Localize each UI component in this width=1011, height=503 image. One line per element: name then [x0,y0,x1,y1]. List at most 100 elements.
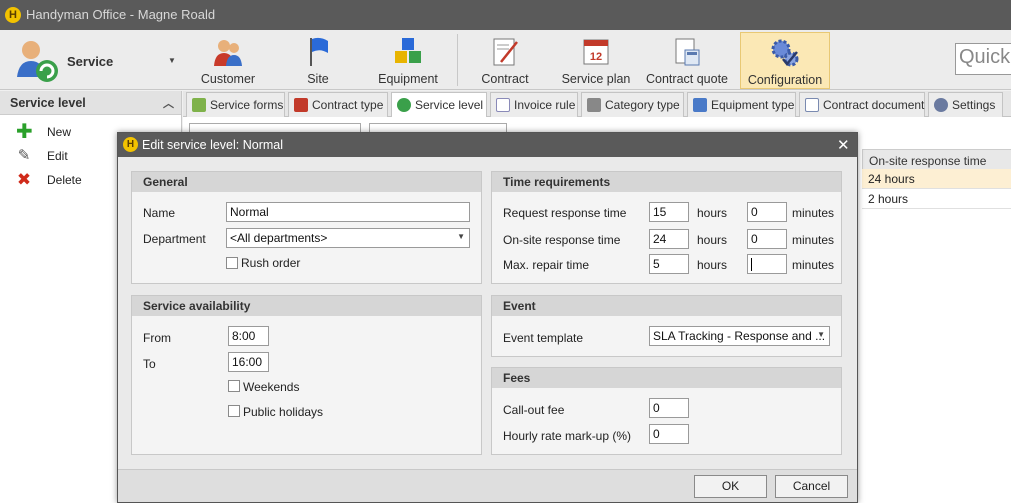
ribbon-toolbar: Service ▼ Customer Site Equipment Contra… [0,30,1011,90]
module-selector[interactable]: Service ▼ [3,32,180,88]
tab-contract-document[interactable]: Contract document [799,92,925,117]
ok-button[interactable]: OK [694,475,767,498]
hourly-markup-field[interactable]: 0 [649,424,689,444]
tab-equipment-type[interactable]: Equipment type [687,92,796,117]
tab-service-level[interactable]: Service level [391,92,487,118]
max-repair-minutes-field[interactable] [747,254,787,274]
event-template-select[interactable]: SLA Tracking - Response and ... ▼ [649,326,830,346]
name-field[interactable]: Normal [226,202,470,222]
text-cursor [751,258,752,272]
module-label: Service [67,54,114,69]
to-time-field[interactable]: 16:00 [228,352,269,372]
max-repair-hours-field[interactable]: 5 [649,254,689,274]
public-holidays-label: Public holidays [243,405,324,419]
weekends-label: Weekends [243,380,300,394]
ribbon-button-label: Configuration [747,73,823,87]
equipment-cubes-icon [395,38,421,63]
hours-unit-label: hours [697,233,728,247]
category-type-icon [587,98,601,112]
rush-order-label: Rush order [241,256,301,270]
time-requirements-group: Time requirements Request response time … [491,171,842,284]
ribbon-customer-button[interactable]: Customer [190,32,266,89]
dialog-footer: OK Cancel [118,469,857,502]
grid-column-header[interactable]: On-site response time [862,149,1011,170]
tab-label: Category type [605,98,680,112]
tab-label: Invoice rule [514,98,576,112]
department-select[interactable]: <All departments> ▼ [226,228,470,248]
svg-text:12: 12 [590,51,602,63]
ribbon-button-label: Service plan [561,72,631,86]
chevron-down-icon: ▼ [817,330,825,339]
ribbon-site-button[interactable]: Site [280,32,356,89]
to-label: To [143,357,156,371]
tab-category-type[interactable]: Category type [581,92,684,117]
hours-unit-label: hours [697,258,728,272]
onsite-response-hours-field[interactable]: 24 [649,229,689,249]
ribbon-button-label: Contract quote [646,72,728,86]
group-title: Service availability [143,299,251,313]
tab-label: Service forms [210,98,284,112]
tab-label: Service level [415,98,484,112]
callout-fee-field[interactable]: 0 [649,398,689,418]
table-row[interactable]: 2 hours [862,189,1011,209]
name-label: Name [143,206,176,220]
department-label: Department [143,232,206,246]
group-title: Fees [503,371,531,385]
contract-icon [493,38,518,66]
chevron-down-icon: ▼ [457,232,465,241]
configuration-tabs: Service forms Contract type Service leve… [183,91,1011,118]
group-title: Event [503,299,536,313]
ribbon-equipment-button[interactable]: Equipment [370,32,446,89]
ribbon-divider [457,34,458,86]
close-icon[interactable]: ✕ [837,136,850,154]
rush-order-checkbox[interactable] [226,257,238,269]
service-forms-icon [192,98,206,112]
request-response-hours-field[interactable]: 15 [649,202,689,222]
onsite-response-minutes-field[interactable]: 0 [747,229,787,249]
group-header: General [132,172,481,192]
group-title: General [143,175,188,189]
quick-search-input[interactable]: Quick [955,43,1011,75]
chevron-up-icon: ︿ [163,98,174,110]
ribbon-service-plan-button[interactable]: 12 Service plan [557,32,635,89]
group-header: Time requirements [492,172,841,192]
gears-icon [771,39,799,67]
weekends-checkbox[interactable] [228,380,240,392]
settings-gear-icon [934,98,948,112]
request-response-minutes-field[interactable]: 0 [747,202,787,222]
service-availability-group: Service availability From 8:00 To 16:00 … [131,295,482,455]
minutes-unit-label: minutes [792,206,835,220]
tab-settings[interactable]: Settings [928,92,1003,117]
ribbon-contract-button[interactable]: Contract [467,32,543,89]
tab-contract-type[interactable]: Contract type [288,92,388,117]
dialog-titlebar: H Edit service level: Normal ✕ [118,133,857,157]
tab-service-forms[interactable]: Service forms [186,92,285,117]
hours-unit-label: hours [697,206,728,220]
event-template-label: Event template [503,331,584,345]
group-header: Event [492,296,841,316]
ribbon-button-label: Site [307,72,329,86]
left-panel-header[interactable]: Service level ︿ [0,91,181,115]
onsite-response-label: On-site response time [503,233,621,247]
dialog-title: Edit service level: Normal [142,138,284,152]
edit-service-level-dialog: H Edit service level: Normal ✕ General N… [117,132,858,503]
ribbon-button-label: Customer [200,72,256,86]
window-titlebar: H Handyman Office - Magne Roald [0,0,1011,30]
from-time-field[interactable]: 8:00 [228,326,269,346]
general-group: General Name Normal Department <All depa… [131,171,482,284]
cancel-button[interactable]: Cancel [775,475,848,498]
app-logo-icon: H [123,137,138,152]
public-holidays-checkbox[interactable] [228,405,240,417]
window-title: Handyman Office - Magne Roald [26,7,216,22]
group-title: Time requirements [503,175,611,189]
tab-invoice-rule[interactable]: Invoice rule [490,92,578,117]
ribbon-configuration-button[interactable]: Configuration [740,32,830,89]
minutes-unit-label: minutes [792,258,835,272]
new-label: New [47,125,72,139]
chevron-down-icon: ▼ [168,56,176,65]
table-row[interactable]: 24 hours [862,169,1011,189]
tab-label: Contract document [823,98,925,112]
ribbon-contract-quote-button[interactable]: Contract quote [644,32,730,89]
tab-label: Contract type [312,98,384,112]
fees-group: Fees Call-out fee 0 Hourly rate mark-up … [491,367,842,455]
